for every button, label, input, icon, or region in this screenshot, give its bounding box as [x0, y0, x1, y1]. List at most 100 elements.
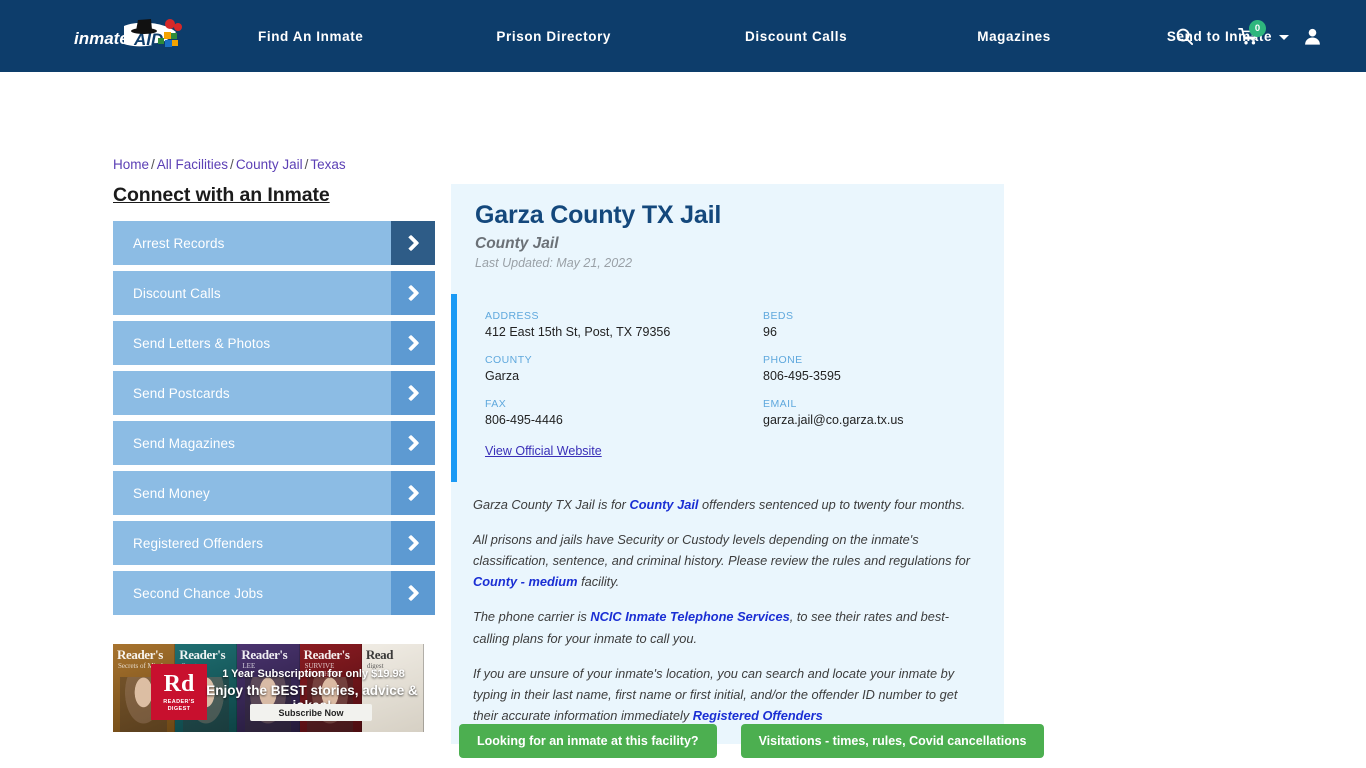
ad-headline: 1 Year Subscription for only $19.98 — [222, 668, 405, 680]
search-button[interactable] — [1160, 0, 1208, 72]
info-value: 96 — [763, 325, 777, 339]
chevron-right-icon — [391, 321, 435, 365]
nav-item-find-an-inmate[interactable]: Find An Inmate — [258, 29, 363, 44]
visitations-button[interactable]: Visitations - times, rules, Covid cancel… — [740, 724, 1045, 758]
sidebar-title: Connect with an Inmate — [113, 184, 330, 206]
view-official-website-link[interactable]: View Official Website — [485, 444, 602, 458]
info-label: FAX — [485, 398, 507, 410]
readers-digest-logo-icon: Rd READER'S DIGEST — [151, 664, 207, 720]
breadcrumb-separator: / — [230, 157, 234, 172]
site-header: inmate AID Find An Inmate Prison Directo… — [0, 0, 1366, 72]
sidebar-item-registered-offenders[interactable]: Registered Offenders — [113, 521, 435, 565]
ad-logo-initials: Rd — [163, 670, 195, 697]
info-value: garza.jail@co.garza.tx.us — [763, 413, 904, 427]
description-paragraph-4: If you are unsure of your inmate's locat… — [473, 663, 982, 726]
link-county-medium[interactable]: County - medium — [473, 574, 578, 589]
ad-cover-title: Reader's — [241, 647, 288, 662]
nav-label: Prison Directory — [496, 28, 612, 44]
page-body: Home / All Facilities / County Jail / Texas Co… — [0, 72, 1366, 768]
desc-text: All prisons and jails have Security or C… — [473, 532, 970, 569]
ad-cover-title: Read — [365, 647, 394, 662]
nav-label: Magazines — [977, 28, 1051, 44]
site-logo[interactable]: inmate AID — [72, 14, 198, 58]
info-label: EMAIL — [763, 398, 797, 410]
breadcrumb-item-all-facilities[interactable]: All Facilities — [157, 157, 228, 172]
cart-button[interactable]: 0 — [1224, 0, 1272, 72]
sidebar-item-label: Send Postcards — [133, 385, 230, 401]
nav-label: Discount Calls — [745, 28, 848, 44]
search-icon — [1176, 28, 1193, 45]
info-field-beds: BEDS 96 — [763, 310, 1004, 339]
info-field-county: COUNTY Garza — [485, 354, 763, 383]
info-field-phone: PHONE 806-495-3595 — [763, 354, 1004, 383]
cta-button-row: Looking for an inmate at this facility? … — [459, 724, 1045, 758]
ad-subscribe-button[interactable]: Subscribe Now — [250, 704, 372, 721]
chevron-right-icon — [391, 471, 435, 515]
facility-last-updated: Last Updated: May 21, 2022 — [475, 256, 633, 270]
advertisement-banner[interactable]: Reader's Secrets of Mind Reader's digest… — [113, 644, 424, 732]
sidebar-item-label: Send Letters & Photos — [133, 335, 271, 351]
link-registered-offenders[interactable]: Registered Offenders — [693, 708, 823, 723]
user-icon — [1304, 28, 1320, 45]
chevron-right-icon — [391, 421, 435, 465]
facility-description: Garza County TX Jail is for County Jail … — [451, 482, 1004, 744]
link-county-jail[interactable]: County Jail — [629, 497, 698, 512]
facility-info-grid: ADDRESS 412 East 15th St, Post, TX 79356… — [485, 310, 1004, 427]
page-title: Garza County TX Jail — [475, 201, 722, 229]
svg-text:inmate: inmate — [74, 29, 129, 48]
nav-label: Find An Inmate — [258, 28, 364, 44]
info-label: BEDS — [763, 310, 794, 322]
breadcrumb-separator: / — [304, 157, 309, 172]
desc-text: Garza County TX Jail is for — [473, 497, 630, 512]
info-value: Garza — [485, 369, 520, 383]
main-navigation: Find An Inmate Prison Directory Discount… — [258, 0, 1290, 72]
ad-cover-title: Reader's — [303, 647, 350, 662]
looking-for-inmate-button[interactable]: Looking for an inmate at this facility? — [459, 724, 717, 758]
account-button[interactable] — [1288, 0, 1336, 72]
chevron-right-icon — [391, 571, 435, 615]
info-value: 412 East 15th St, Post, TX 79356 — [485, 325, 671, 339]
info-label: PHONE — [763, 354, 803, 366]
desc-text: facility. — [577, 574, 620, 590]
desc-text: The phone carrier is — [473, 609, 591, 625]
header-icon-group: 0 — [1160, 0, 1366, 72]
sidebar-item-discount-calls[interactable]: Discount Calls — [113, 271, 435, 315]
info-field-fax: FAX 806-495-4446 — [485, 398, 763, 427]
nav-item-magazines[interactable]: Magazines — [977, 29, 1051, 44]
cart-count-badge: 0 — [1249, 20, 1266, 37]
sidebar-item-label: Send Magazines — [133, 435, 235, 451]
description-paragraph-3: The phone carrier is NCIC Inmate Telepho… — [473, 606, 982, 648]
breadcrumb-item-texas[interactable]: Texas — [310, 157, 345, 172]
facility-type: County Jail — [475, 235, 559, 252]
chevron-right-icon — [391, 521, 435, 565]
facility-header: Garza County TX Jail County Jail Last Up… — [451, 184, 1004, 284]
ad-logo-sub: READER'S DIGEST — [163, 698, 195, 712]
info-value: 806-495-3595 — [763, 369, 841, 383]
sidebar-item-send-money[interactable]: Send Money — [113, 471, 435, 515]
sidebar-item-label: Registered Offenders — [133, 535, 264, 551]
nav-item-prison-directory[interactable]: Prison Directory — [496, 29, 611, 44]
link-ncic-inmate-telephone-services[interactable]: NCIC Inmate Telephone Services — [590, 609, 789, 624]
chevron-right-icon — [391, 221, 435, 265]
sidebar-item-label: Send Money — [133, 485, 210, 501]
chevron-right-icon — [391, 271, 435, 315]
sidebar: Connect with an Inmate Arrest Records Di… — [113, 184, 435, 621]
sidebar-item-send-magazines[interactable]: Send Magazines — [113, 421, 435, 465]
nav-item-discount-calls[interactable]: Discount Calls — [745, 29, 847, 44]
breadcrumb-item-county-jail[interactable]: County Jail — [236, 157, 303, 172]
info-label: ADDRESS — [485, 310, 539, 322]
sidebar-item-second-chance-jobs[interactable]: Second Chance Jobs — [113, 571, 435, 615]
breadcrumb-item-home[interactable]: Home — [113, 157, 149, 172]
info-value: 806-495-4446 — [485, 413, 563, 427]
sidebar-item-send-letters-photos[interactable]: Send Letters & Photos — [113, 321, 435, 365]
sidebar-item-label: Discount Calls — [133, 285, 221, 301]
info-field-address: ADDRESS 412 East 15th St, Post, TX 79356 — [485, 310, 763, 339]
sidebar-item-label: Arrest Records — [133, 235, 225, 251]
info-field-email: EMAIL garza.jail@co.garza.tx.us — [763, 398, 1004, 427]
sidebar-item-send-postcards[interactable]: Send Postcards — [113, 371, 435, 415]
facility-card: Garza County TX Jail County Jail Last Up… — [451, 184, 1004, 744]
sidebar-item-label: Second Chance Jobs — [133, 585, 264, 601]
sidebar-item-arrest-records[interactable]: Arrest Records — [113, 221, 435, 265]
facility-info-block: ADDRESS 412 East 15th St, Post, TX 79356… — [451, 294, 1004, 482]
breadcrumb-separator: / — [151, 157, 155, 172]
